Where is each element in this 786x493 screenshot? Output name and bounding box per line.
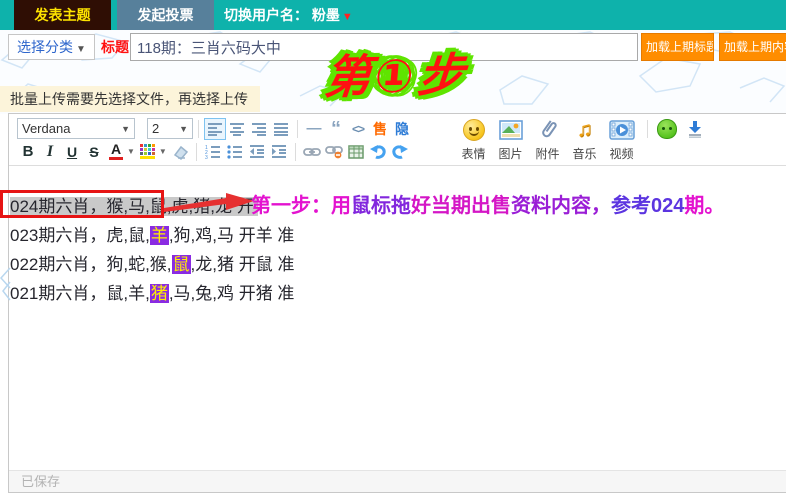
outdent-icon[interactable] <box>246 141 268 163</box>
chevron-down-icon: ▼ <box>121 124 130 134</box>
saved-status: 已保存 <box>21 474 60 489</box>
username-value: 粉墨 <box>312 7 340 23</box>
image-label: 图片 <box>498 145 522 162</box>
chevron-down-icon[interactable]: ▼ <box>159 147 167 156</box>
underline-icon[interactable]: U <box>61 141 83 163</box>
unordered-list-icon[interactable] <box>224 141 246 163</box>
toolbar-separator <box>295 143 296 161</box>
status-bar: 已保存 <box>9 470 786 492</box>
switch-username[interactable]: 切换用户名： 粉墨▼ <box>224 0 353 30</box>
undo-icon[interactable] <box>367 141 389 163</box>
toolbar-separator <box>196 143 197 161</box>
toolbar-media-group: 表情 图片 附件 ♫ 音乐 视频 <box>455 117 640 162</box>
annotation-text: 第一步：用鼠标拖好当期出售资料内容，参考024期。 <box>251 189 724 218</box>
quote-glyph: “ <box>331 125 341 133</box>
align-right-icon[interactable] <box>248 118 270 140</box>
category-select[interactable]: 选择分类▼ <box>8 34 95 60</box>
insert-link-icon[interactable] <box>301 141 323 163</box>
paperclip-icon <box>537 117 559 143</box>
sell-content-icon[interactable]: 售 <box>369 118 391 140</box>
content-line-022[interactable]: 022期六肖，狗,蛇,猴,鼠,龙,猪 开鼠 准 <box>10 250 294 279</box>
align-left-icon[interactable] <box>204 118 226 140</box>
annotation-arrow-icon <box>164 191 254 217</box>
remove-link-icon[interactable] <box>323 141 345 163</box>
font-family-value: Verdana <box>22 121 70 136</box>
attachment-label: 附件 <box>535 145 559 162</box>
ordered-list-icon[interactable]: 123 <box>202 141 224 163</box>
load-previous-content-button[interactable]: 加载上期内容 <box>719 33 786 61</box>
align-justify-icon[interactable] <box>270 118 292 140</box>
map-chevron-decor <box>0 266 12 306</box>
toolbar-separator <box>198 120 199 138</box>
smiley-icon <box>463 117 485 143</box>
category-select-label: 选择分类 <box>17 39 73 55</box>
strike-glyph: S <box>89 144 98 160</box>
annotation-red-box <box>0 190 164 218</box>
attachment-button[interactable]: 附件 <box>529 117 566 162</box>
underline-glyph: U <box>67 144 77 160</box>
chevron-down-icon: ▼ <box>179 124 188 134</box>
hide-glyph: 隐 <box>395 119 409 139</box>
download-icon[interactable] <box>684 118 706 140</box>
toolbar-left-groups: Verdana▼ 2▼ — “ <> 售 隐 B I <box>17 117 451 163</box>
blockquote-icon[interactable]: “ <box>325 118 347 140</box>
music-button[interactable]: ♫ 音乐 <box>566 117 603 162</box>
emotion-button[interactable]: 表情 <box>455 117 492 162</box>
toolbar-extra-group <box>642 117 709 140</box>
align-center-icon[interactable] <box>226 118 248 140</box>
code-glyph: <> <box>352 122 364 136</box>
insert-table-icon[interactable] <box>345 141 367 163</box>
forecolor-red-bar <box>109 157 123 160</box>
title-label: 标题: <box>101 34 134 60</box>
highlighted-char: 猪 <box>150 284 169 303</box>
code-icon[interactable]: <> <box>347 118 369 140</box>
bold-icon[interactable]: B <box>17 141 39 163</box>
italic-icon[interactable]: I <box>39 141 61 163</box>
background-color-palette-icon[interactable] <box>137 141 159 163</box>
italic-glyph: I <box>47 143 53 161</box>
hr-glyph: — <box>307 120 322 137</box>
remove-format-eraser-icon[interactable] <box>169 141 191 163</box>
highlighted-char: 羊 <box>150 226 169 245</box>
video-label: 视频 <box>609 145 633 162</box>
toolbar-separator <box>297 120 298 138</box>
hidden-content-icon[interactable]: 隐 <box>391 118 413 140</box>
horizontal-rule-icon[interactable]: — <box>303 118 325 140</box>
indent-icon[interactable] <box>268 141 290 163</box>
toolbar-separator <box>647 120 648 138</box>
content-line-023[interactable]: 023期六肖，虎,鼠,羊,狗,鸡,马 开羊 准 <box>10 221 294 250</box>
forecolor-glyph: A <box>111 143 121 156</box>
strikethrough-icon[interactable]: S <box>83 141 105 163</box>
redo-icon[interactable] <box>389 141 411 163</box>
font-family-select[interactable]: Verdana ▼ <box>17 118 135 139</box>
step-1-badge: 第①步 <box>322 39 471 107</box>
chevron-down-icon: ▼ <box>342 11 353 23</box>
image-icon <box>499 117 523 143</box>
video-button[interactable]: 视频 <box>603 117 640 162</box>
sell-glyph: 售 <box>373 119 387 139</box>
insert-image-button[interactable]: 图片 <box>492 117 529 162</box>
font-color-icon[interactable]: A <box>105 141 127 163</box>
music-note-icon: ♫ <box>577 117 593 143</box>
bold-glyph: B <box>23 143 34 160</box>
load-previous-title-button[interactable]: 加载上期标题 <box>641 33 714 61</box>
music-label: 音乐 <box>572 145 596 162</box>
header-bar: 发表主题 发起投票 切换用户名： 粉墨▼ <box>0 0 786 30</box>
switch-username-label: 切换用户名： <box>224 7 308 23</box>
video-icon <box>609 117 635 143</box>
emotion-label: 表情 <box>461 145 485 162</box>
tab-start-vote[interactable]: 发起投票 <box>117 0 214 30</box>
font-size-select[interactable]: 2▼ <box>147 118 193 139</box>
font-size-value: 2 <box>152 121 159 136</box>
content-line-021[interactable]: 021期六肖，鼠,羊,猪,马,兔,鸡 开猪 准 <box>10 279 294 308</box>
green-smiley-icon[interactable] <box>656 118 678 140</box>
tab-post-topic[interactable]: 发表主题 <box>14 0 111 30</box>
chevron-down-icon: ▼ <box>76 44 86 55</box>
editor-toolbar: Verdana▼ 2▼ — “ <> 售 隐 B I <box>9 114 786 166</box>
chevron-down-icon[interactable]: ▼ <box>127 147 135 156</box>
svg-text:3: 3 <box>205 155 208 159</box>
post-editor-page: 发表主题 发起投票 切换用户名： 粉墨▼ 选择分类▼ 标题: 加载上期标题 加载… <box>0 0 786 493</box>
batch-upload-notice: 批量上传需要先选择文件，再选择上传 <box>0 86 260 112</box>
highlighted-char: 鼠 <box>172 255 191 274</box>
